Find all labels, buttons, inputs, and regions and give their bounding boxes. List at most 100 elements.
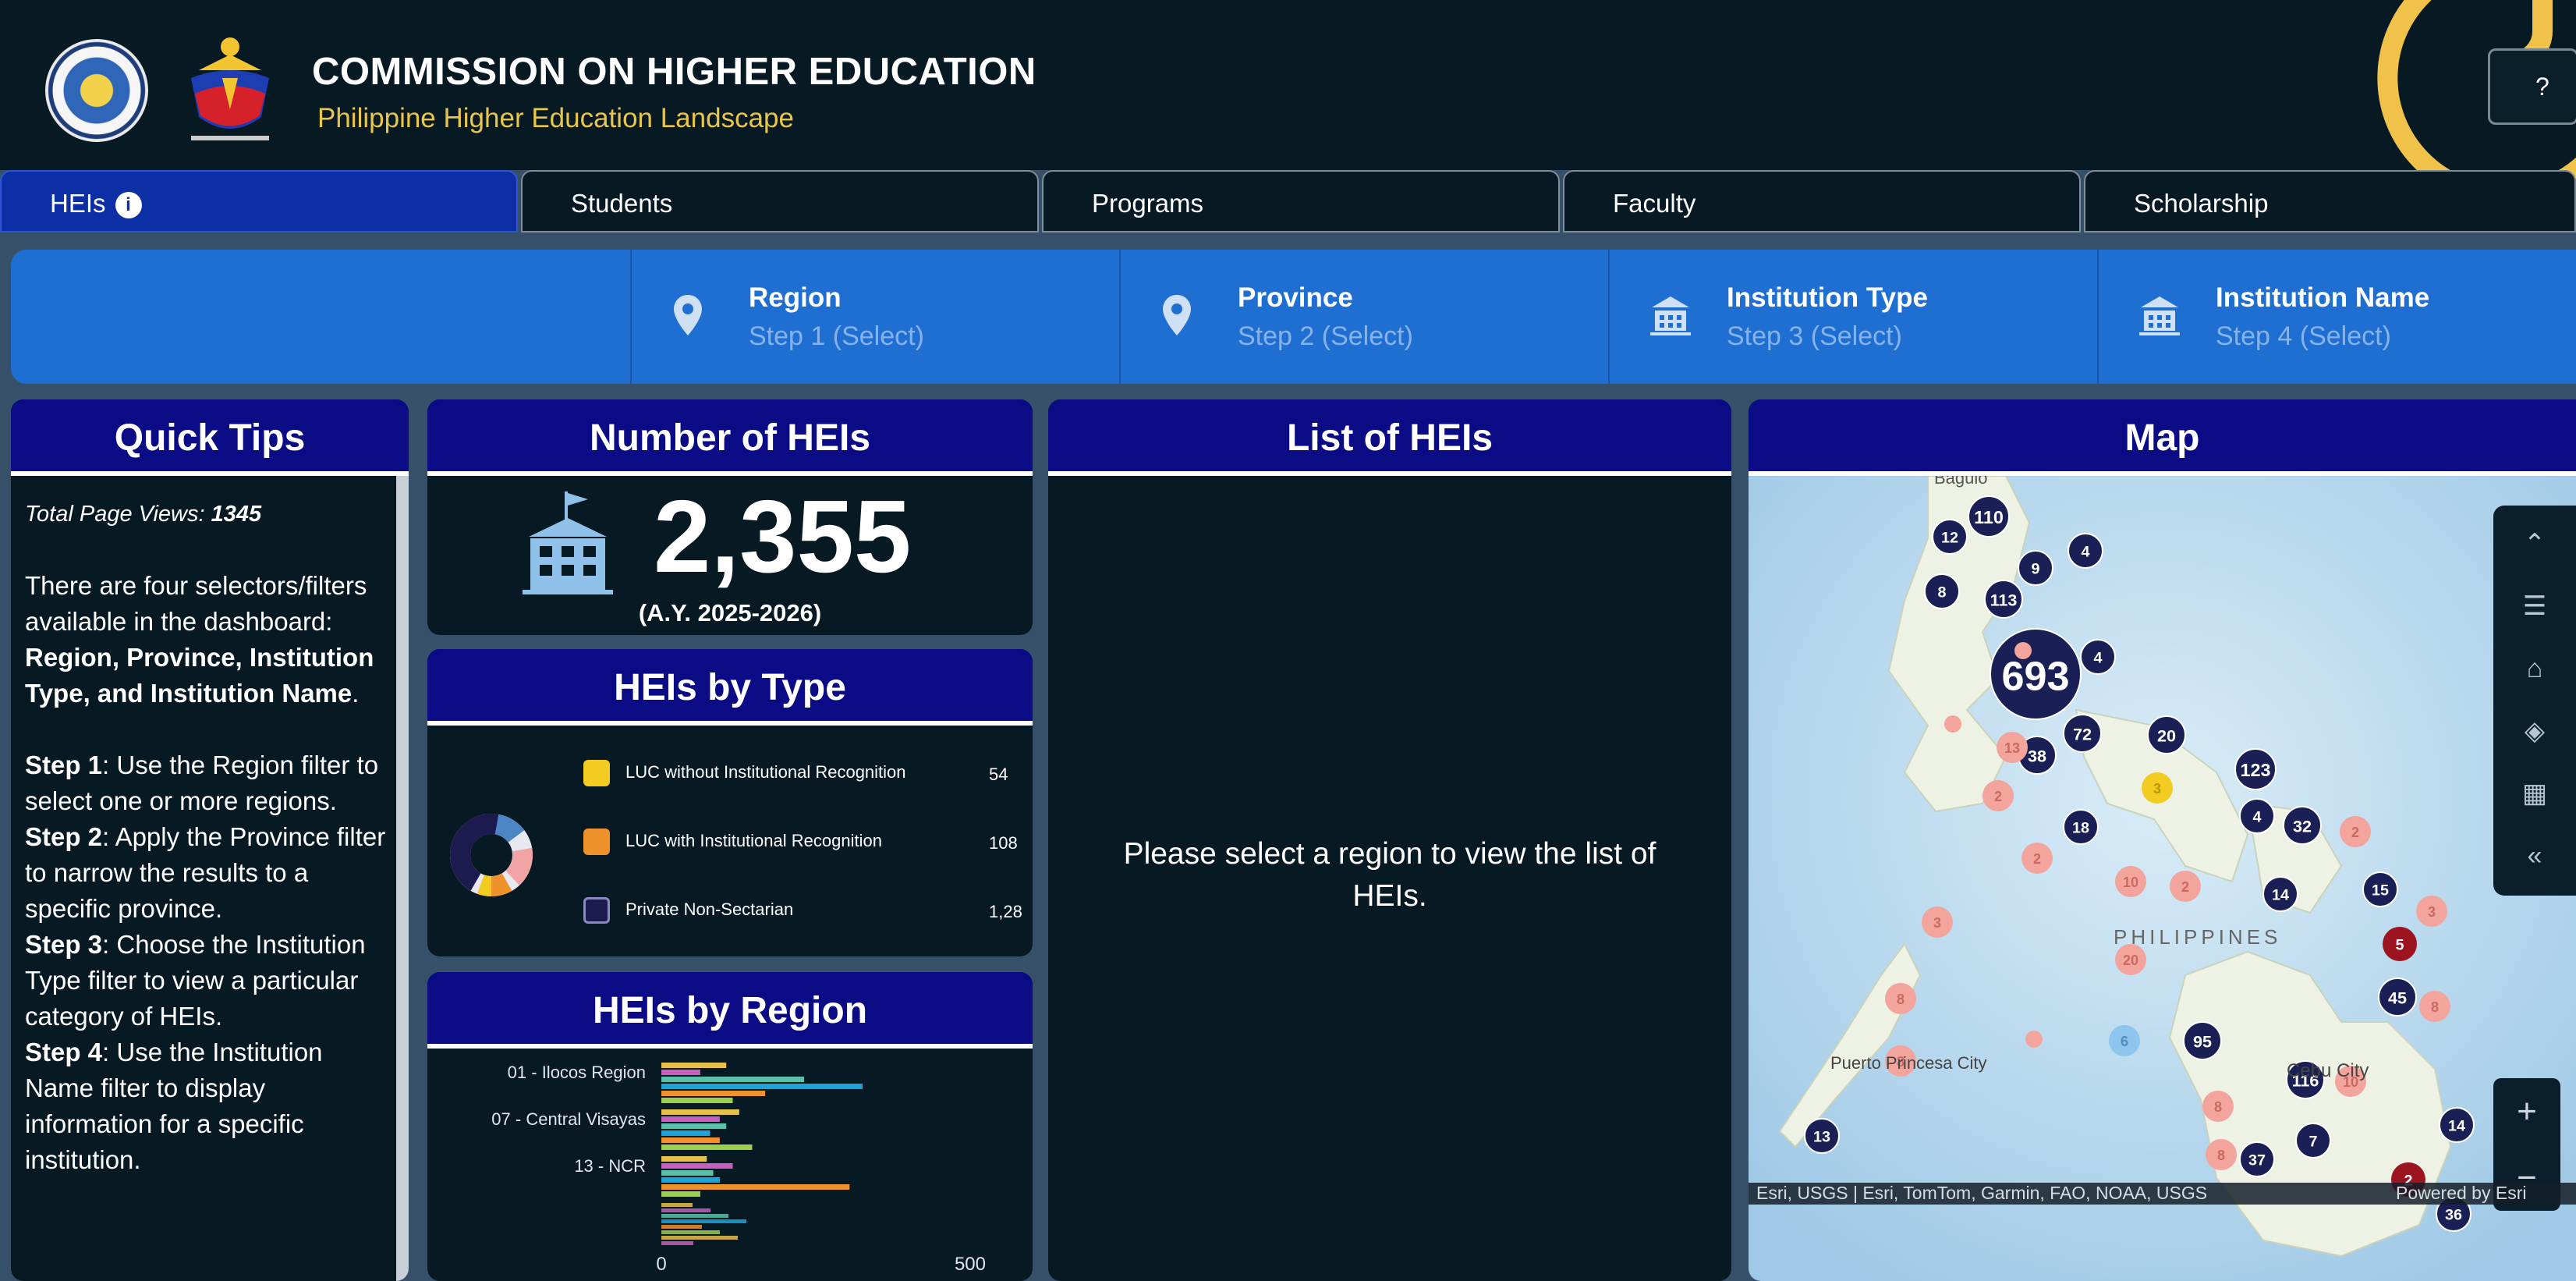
category-label: 13 - NCR (574, 1156, 646, 1176)
collapse-up-icon[interactable]: ⌃ (2493, 516, 2576, 571)
map-pin-icon (674, 295, 702, 335)
legend-value: 1,28 (989, 902, 1022, 921)
map-toolbar: ⌃ ☰ ⌂ ◈ ▦ « (2493, 506, 2576, 896)
tab-label: Scholarship (2134, 189, 2269, 218)
panel-title: Number of HEIs (427, 399, 1033, 476)
page-subtitle: Philippine Higher Education Landscape (317, 103, 794, 133)
cluster-count: 72 (2073, 724, 2092, 743)
header-bar: COMMISSION ON HIGHER EDUCATION Philippin… (0, 0, 2576, 205)
home-icon[interactable]: ⌂ (2493, 641, 2576, 696)
tips-intro: There are four selectors/filters availab… (25, 571, 374, 708)
region-bar (661, 1091, 766, 1096)
legend-list-icon[interactable]: ☰ (2493, 579, 2576, 633)
tab-faculty[interactable]: Faculty (1563, 170, 2081, 232)
region-bar (661, 1191, 700, 1197)
region-bar-chart[interactable]: 0 500 01 - Ilocos Region 07 - Central Visay… (427, 1050, 1033, 1281)
cluster-count: 3 (2428, 904, 2436, 920)
tab-students[interactable]: Students (521, 170, 1039, 232)
cluster-count: 4 (2081, 544, 2089, 561)
region-bar (661, 1070, 700, 1075)
cluster-count: 95 (2193, 1031, 2212, 1051)
institution-icon (1650, 296, 1691, 335)
powered-by-esri[interactable]: Powered by Esri (2396, 1183, 2526, 1204)
institution-type-filter[interactable]: Institution Type Step 3 (Select) (1608, 250, 2097, 384)
info-icon[interactable]: i (115, 192, 142, 219)
help-button[interactable]: ? (2488, 48, 2576, 125)
region-bar (661, 1123, 727, 1129)
map-point (2025, 1031, 2043, 1048)
collapse-left-icon[interactable]: « (2493, 829, 2576, 883)
cluster-count: 45 (2388, 988, 2407, 1007)
x-tick-label: 0 (656, 1254, 666, 1275)
quick-tips-body: Total Page Views: 1345 There are four se… (25, 496, 392, 1178)
legend-item[interactable]: Private Non-Sectarian (583, 897, 793, 924)
region-bar (661, 1144, 753, 1150)
cluster-count: 123 (2240, 760, 2270, 780)
cluster-count: 8 (2214, 1099, 2222, 1115)
empty-list-message: Please select a region to view the list … (1123, 837, 1657, 913)
map-canvas[interactable]: 11012498 113693 42072381234 32182 310 2 14 1552… (1749, 476, 2576, 1281)
cluster-count: 2 (2351, 825, 2359, 840)
tips-step: Step 3: Choose the Institution Type filt… (25, 930, 366, 1031)
legend-item[interactable]: LUC without Institutional Recognition (583, 760, 906, 786)
cluster-count: 10 (2123, 875, 2138, 890)
cluster-count: 37 (2248, 1152, 2266, 1169)
scrollbar[interactable] (396, 476, 409, 1281)
region-bar (661, 1241, 693, 1245)
region-bar (661, 1130, 710, 1136)
cluster-count: 2 (1994, 789, 2002, 804)
cluster-count: 7 (2308, 1134, 2317, 1151)
region-filter[interactable]: Region Step 1 (Select) (630, 250, 1119, 384)
page-views: Total Page Views: 1345 (25, 502, 262, 527)
cluster-count: 20 (2157, 726, 2176, 745)
region-bar (661, 1177, 720, 1183)
legend-value: 108 (989, 833, 1018, 853)
cluster-count: 38 (2028, 746, 2046, 765)
academic-year: (A.Y. 2025-2026) (638, 599, 822, 626)
cluster-count: 18 (2072, 820, 2089, 837)
tab-label: Students (571, 189, 673, 218)
basemap-gallery-icon[interactable]: ▦ (2493, 766, 2576, 821)
cluster-count: 8 (1937, 584, 1946, 601)
map-panel: Map 110 12 4 9 8 113 693 4 20 72 38 123 4 32 18 2 3 10 2 14… (1749, 399, 2576, 1281)
tab-programs[interactable]: Programs (1042, 170, 1560, 232)
region-bar (661, 1109, 739, 1115)
cluster-count: 4 (2252, 809, 2261, 826)
cluster-count: 8 (2217, 1148, 2225, 1163)
zoom-in-button[interactable]: + (2493, 1078, 2560, 1144)
filter-label: Institution Name (2216, 282, 2430, 313)
region-bar (661, 1116, 720, 1122)
institution-name-filter[interactable]: Institution Name Step 4 (Select) (2097, 250, 2576, 384)
cluster-count: 4 (2093, 650, 2102, 667)
quick-tips-panel: Quick Tips Total Page Views: 1345 There … (11, 399, 409, 1281)
tips-step: Step 4: Use the Institution Name filter … (25, 1038, 323, 1174)
cluster-count: 9 (2031, 561, 2039, 578)
panel-title: HEIs by Region (427, 972, 1033, 1049)
cluster-count: 2 (2033, 851, 2041, 867)
cluster-count: 32 (2293, 816, 2312, 836)
filter-label: Region (749, 282, 842, 313)
filter-label: Province (1238, 282, 1353, 313)
tab-scholarship[interactable]: Scholarship (2084, 170, 2576, 232)
attribution-text: Esri, USGS | Esri, TomTom, Garmin, FAO, … (1756, 1183, 2208, 1203)
region-bar (661, 1184, 850, 1190)
cluster-count: 2 (2181, 879, 2189, 895)
region-bar (661, 1137, 720, 1143)
region-bar (661, 1236, 738, 1240)
legend-swatch (583, 897, 610, 924)
cluster-count: 14 (2272, 887, 2289, 904)
map-attribution: Esri, USGS | Esri, TomTom, Garmin, FAO, … (1749, 1183, 2576, 1205)
legend-item[interactable]: LUC with Institutional Recognition (583, 829, 882, 855)
tab-heis[interactable]: HEIs i (0, 170, 518, 232)
layers-icon[interactable]: ◈ (2493, 704, 2576, 758)
filter-step: Step 2 (Select) (1238, 321, 1413, 351)
legend-value: 54 (989, 765, 1008, 784)
province-filter[interactable]: Province Step 2 (Select) (1119, 250, 1608, 384)
question-person-icon: ? (2535, 73, 2549, 101)
region-bar (661, 1163, 733, 1169)
cluster-count: 5 (2395, 937, 2404, 954)
type-donut-chart[interactable] (448, 811, 535, 899)
panel-title: HEIs by Type (427, 649, 1033, 726)
region-bar (661, 1156, 707, 1162)
cluster-count: 110 (1974, 507, 2004, 527)
